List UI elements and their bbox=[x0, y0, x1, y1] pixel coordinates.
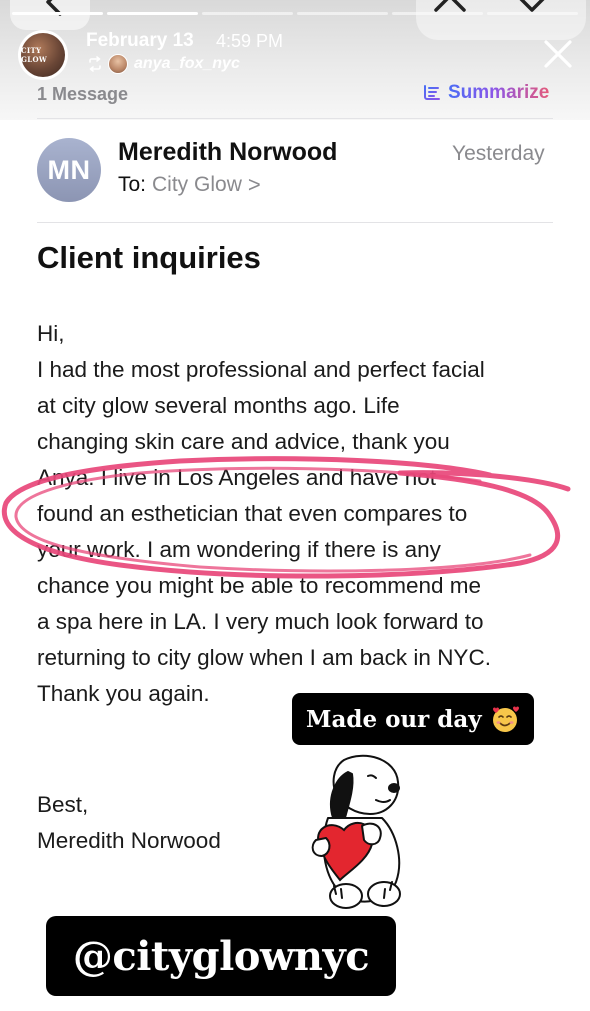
chevron-left-icon bbox=[38, 0, 68, 18]
story-progress bbox=[12, 12, 578, 15]
reposted-username[interactable]: anya_fox_nyc bbox=[134, 55, 240, 73]
reposted-user-avatar[interactable] bbox=[108, 54, 128, 74]
body-line: Hi, bbox=[37, 321, 65, 346]
made-our-day-text: Made our day bbox=[306, 705, 482, 733]
mention-sticker[interactable]: @cityglownyc bbox=[46, 916, 396, 996]
signoff-line: Best, bbox=[37, 792, 89, 817]
snoopy-hugging-heart-sticker[interactable] bbox=[292, 748, 416, 912]
mail-date: Yesterday bbox=[452, 142, 545, 165]
account-avatar[interactable]: CITY GLOW bbox=[18, 30, 68, 80]
summarize-label: Summarize bbox=[448, 82, 550, 103]
to-label: To: bbox=[118, 173, 147, 196]
account-logo-text: CITY GLOW bbox=[21, 46, 48, 64]
body-line: Anya. I live in Los Angeles and have not bbox=[37, 465, 437, 490]
message-count: 1 Message bbox=[37, 84, 129, 104]
progress-segment bbox=[202, 12, 293, 15]
chevron-right-icon: > bbox=[247, 172, 261, 197]
mention-handle: @cityglownyc bbox=[72, 932, 370, 980]
sender-divider bbox=[37, 222, 553, 223]
mail-subject: Client inquiries bbox=[37, 240, 261, 275]
summarize-icon bbox=[424, 85, 440, 100]
close-icon[interactable] bbox=[540, 36, 576, 72]
made-our-day-sticker[interactable]: Made our day bbox=[292, 693, 534, 745]
account-logo: CITY GLOW bbox=[21, 33, 65, 77]
body-line: returning to city glow when I am back in… bbox=[37, 645, 491, 670]
body-line: your work. I am wondering if there is an… bbox=[37, 537, 441, 562]
recipient-row[interactable]: To: City Glow > bbox=[118, 172, 261, 198]
body-line: found an esthetician that even compares … bbox=[37, 501, 468, 526]
recipient-name: City Glow bbox=[152, 173, 242, 196]
smiling-face-with-hearts-icon bbox=[492, 706, 519, 732]
progress-segment bbox=[107, 12, 198, 15]
sender-avatar[interactable]: MN bbox=[37, 138, 101, 202]
mail-body: Hi, I had the most professional and perf… bbox=[37, 316, 567, 712]
repost-icon bbox=[89, 56, 101, 72]
sender-name: Meredith Norwood bbox=[118, 138, 338, 166]
body-line: I had the most professional and perfect … bbox=[37, 357, 485, 382]
progress-segment bbox=[392, 12, 483, 15]
progress-segment bbox=[487, 12, 578, 15]
mail-signoff: Best, Meredith Norwood bbox=[37, 787, 221, 859]
body-line: changing skin care and advice, thank you bbox=[37, 429, 450, 454]
body-line: a spa here in LA. I very much look forwa… bbox=[37, 609, 484, 634]
header-divider bbox=[37, 118, 553, 119]
summarize-button[interactable]: Summarize bbox=[422, 82, 549, 104]
story-date: February 13 bbox=[86, 30, 194, 51]
body-line: chance you might be able to recommend me bbox=[37, 573, 481, 598]
body-line: at city glow several months ago. Life bbox=[37, 393, 400, 418]
signoff-line: Meredith Norwood bbox=[37, 828, 221, 853]
progress-segment bbox=[297, 12, 388, 15]
sender-initials: MN bbox=[47, 154, 91, 185]
story-time: 4:59 PM bbox=[216, 31, 284, 51]
story-frame: CITY GLOW February 13 4:59 PM anya_fox_n… bbox=[0, 0, 590, 1011]
progress-segment bbox=[12, 12, 103, 15]
